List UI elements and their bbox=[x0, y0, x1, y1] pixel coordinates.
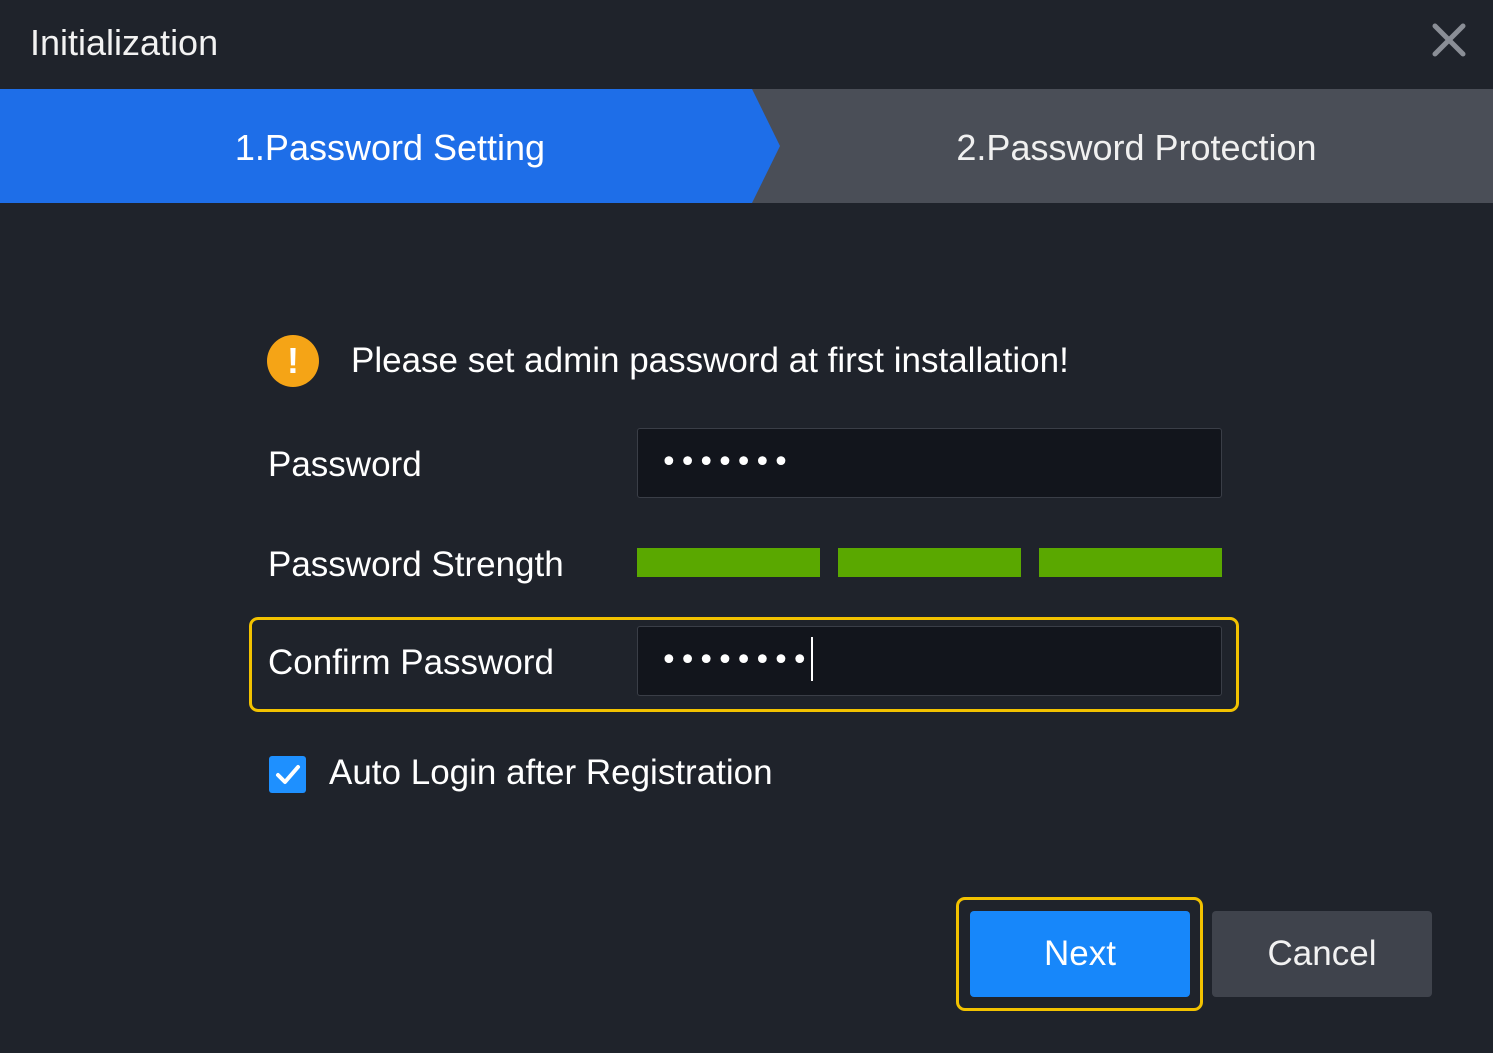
step-password-setting: 1.Password Setting bbox=[234, 127, 546, 168]
auto-login-checkbox[interactable] bbox=[269, 756, 306, 793]
notice-text: Please set admin password at first insta… bbox=[351, 341, 1069, 380]
initialization-dialog: Initialization 1.Password Setting 2.Pass… bbox=[0, 0, 1493, 1053]
text-cursor bbox=[810, 636, 813, 681]
strength-segment-1 bbox=[637, 548, 820, 577]
confirm-password-input[interactable]: •••••••• bbox=[637, 626, 1222, 696]
close-icon[interactable] bbox=[1427, 18, 1471, 62]
step-password-protection: 2.Password Protection bbox=[956, 127, 1317, 168]
confirm-password-label: Confirm Password bbox=[268, 643, 554, 682]
password-strength-label: Password Strength bbox=[268, 545, 564, 584]
checkmark-icon bbox=[276, 765, 300, 784]
password-label: Password bbox=[268, 445, 422, 484]
strength-segment-2 bbox=[838, 548, 1021, 577]
next-button[interactable]: Next bbox=[970, 911, 1190, 997]
strength-segment-3 bbox=[1039, 548, 1222, 577]
confirm-password-value: •••••••• bbox=[660, 643, 810, 678]
cancel-button[interactable]: Cancel bbox=[1212, 911, 1432, 997]
warning-icon: ! bbox=[267, 335, 319, 387]
dialog-title: Initialization bbox=[30, 22, 219, 63]
password-input[interactable]: ••••••• bbox=[637, 428, 1222, 498]
auto-login-label[interactable]: Auto Login after Registration bbox=[329, 753, 773, 793]
step-progress-bar: 1.Password Setting 2.Password Protection bbox=[0, 89, 1493, 203]
title-bar: Initialization bbox=[0, 0, 1493, 89]
password-value: ••••••• bbox=[660, 445, 791, 480]
